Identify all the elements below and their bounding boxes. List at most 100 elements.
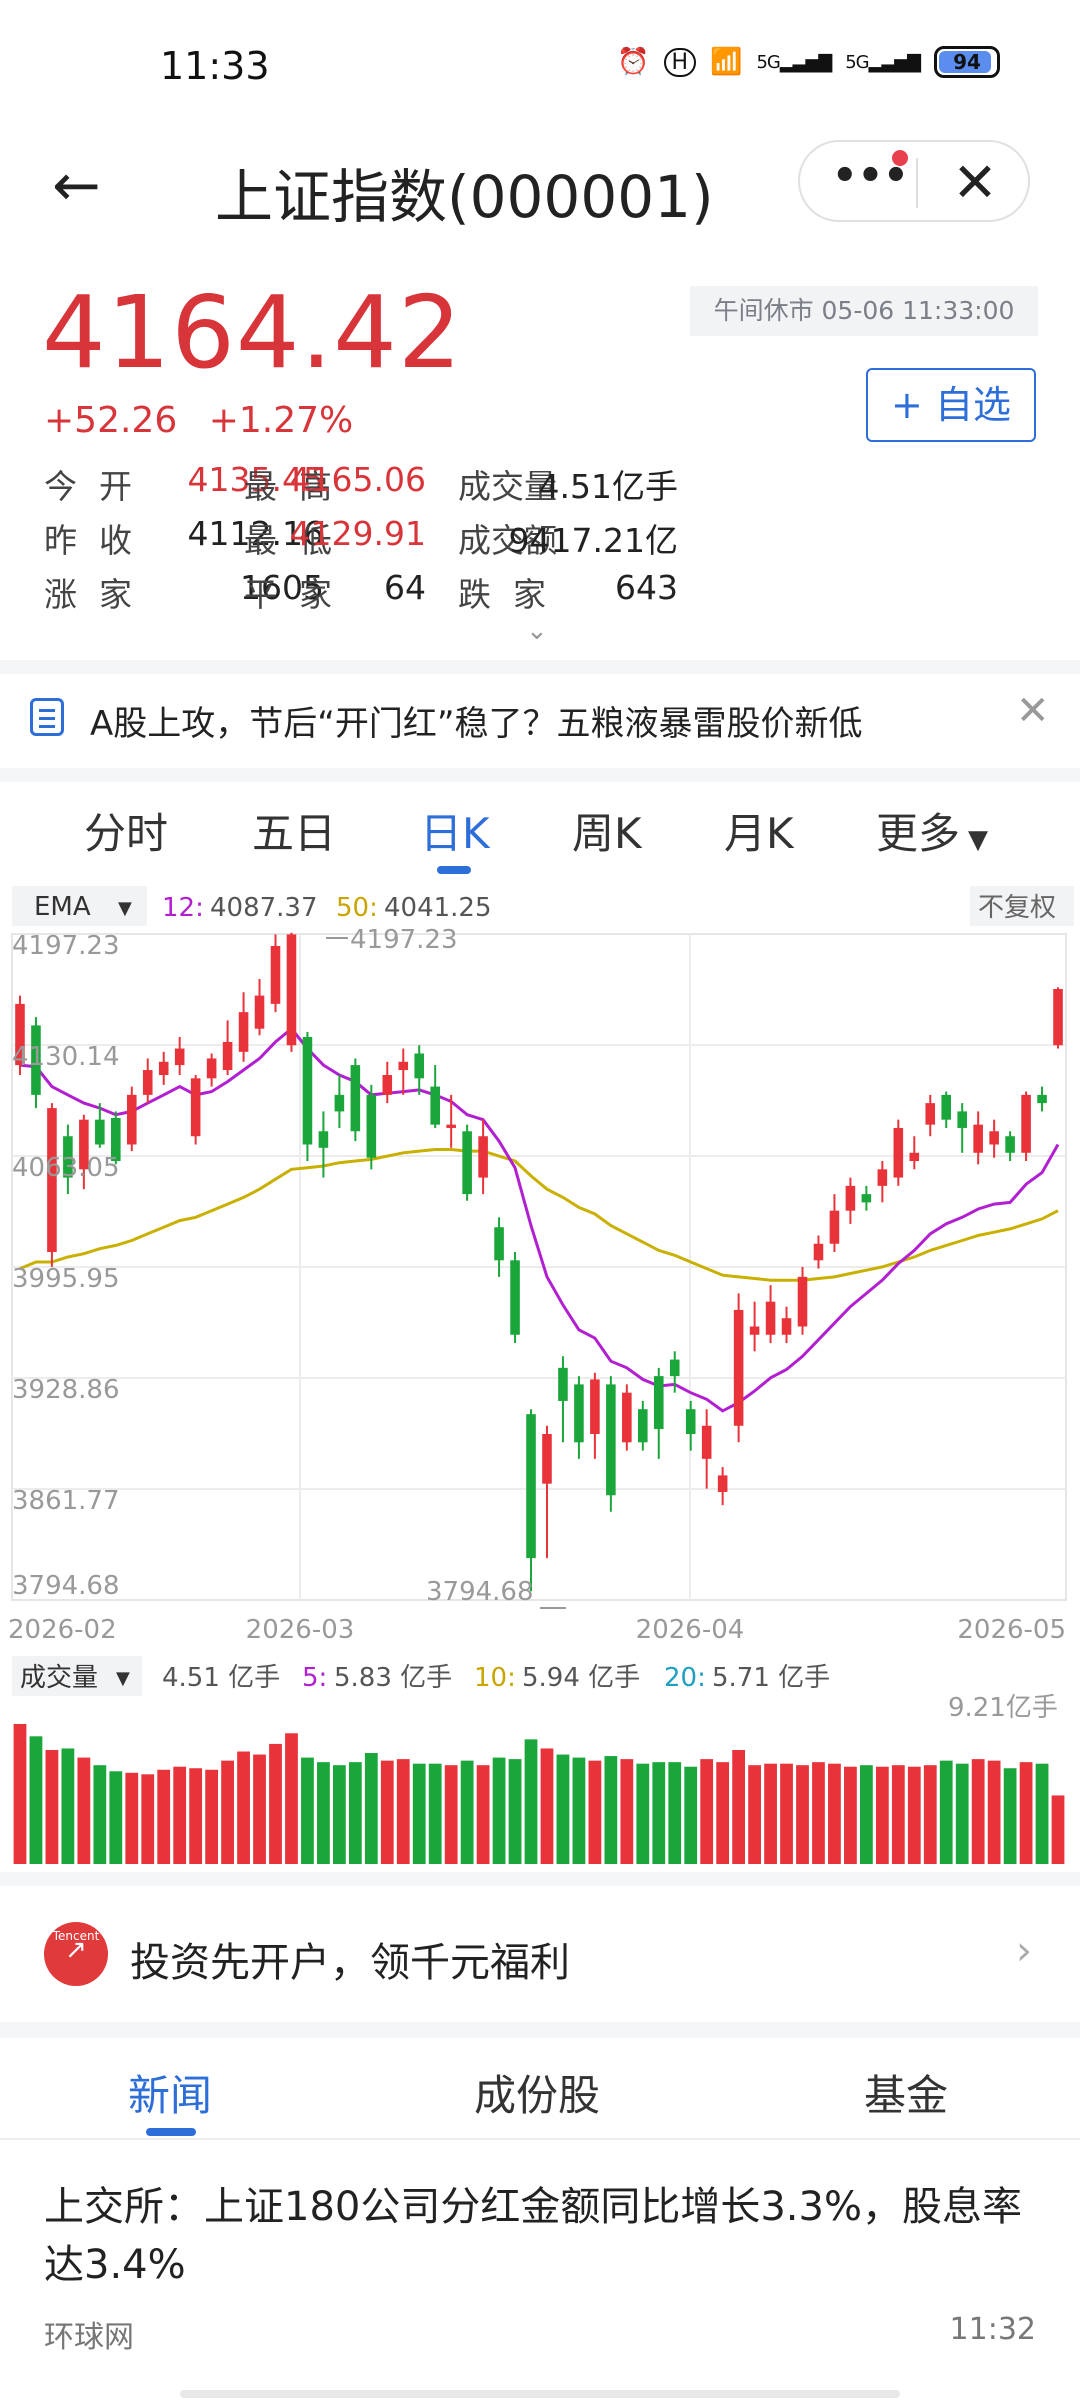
vol-ma20-value: 5.71 亿手 — [712, 1663, 830, 1693]
vol-ma5-key: 5: — [302, 1663, 327, 1693]
tab-constituents[interactable]: 成份股 — [474, 2062, 600, 2123]
news-ticker[interactable]: A股上攻，节后“开门红”稳了？五粮液暴雷股价新低 ✕ — [0, 676, 1080, 760]
current-price: 4164.42 — [42, 274, 463, 391]
candle — [206, 1058, 217, 1079]
tab-five-day[interactable]: 五日 — [252, 800, 336, 861]
volume-bar — [396, 1759, 410, 1864]
tab-news[interactable]: 新闻 — [128, 2062, 212, 2123]
capsule-divider — [916, 158, 918, 208]
volume-bar — [732, 1749, 746, 1864]
y-tick-label: 3861.77 — [12, 1486, 120, 1516]
high-label: 4197.23 — [350, 925, 458, 955]
candle — [142, 1070, 153, 1095]
candles — [15, 932, 1063, 1592]
vol-ma5-value: 5.83 亿手 — [334, 1663, 452, 1693]
close-button[interactable]: ✕ — [940, 148, 1010, 218]
section-divider — [0, 1872, 1080, 1886]
tab-weekly-k[interactable]: 周K — [572, 800, 642, 861]
volume-bar — [476, 1765, 490, 1864]
back-arrow-icon[interactable]: ← — [52, 150, 122, 220]
candle — [765, 1301, 776, 1335]
x-tick-label: 2026-02 — [8, 1615, 117, 1645]
volume-bar — [636, 1763, 650, 1864]
candle — [622, 1392, 632, 1443]
tab-more[interactable]: 更多 ▼ — [876, 800, 988, 861]
volume-bar — [492, 1757, 506, 1864]
volume-bar — [460, 1760, 474, 1864]
candle — [669, 1359, 680, 1377]
candle — [558, 1367, 568, 1401]
price-change: +52.26 +1.27% — [44, 400, 373, 441]
5g-signal-icon: 5G▂▃▅▇ — [845, 51, 921, 73]
volume-bar — [301, 1757, 314, 1864]
candle — [590, 1379, 600, 1435]
expand-chevron-icon[interactable]: ⌄ — [526, 616, 548, 646]
candle — [318, 1131, 329, 1148]
volume-bar — [540, 1748, 554, 1864]
candle — [797, 1276, 808, 1327]
stat-value: 643 — [615, 568, 678, 607]
volume-bar — [716, 1762, 730, 1864]
mini-program-capsule: ••• ✕ — [798, 140, 1030, 222]
volume-max-label: 9.21亿手 — [948, 1693, 1058, 1723]
chart-period-tabs: 分时 五日 日K 周K 月K 更多 ▼ — [0, 790, 1080, 880]
candle — [877, 1169, 888, 1186]
volume-bar — [923, 1765, 937, 1864]
volume-bar — [269, 1743, 282, 1864]
volume-bar — [780, 1763, 793, 1864]
volume-bar — [987, 1760, 1001, 1864]
y-tick-label: 4063.05 — [12, 1153, 120, 1183]
volume-bar — [875, 1766, 889, 1864]
promo-banner[interactable]: Tencent ↗ 投资先开户，领千元福利 › — [0, 1890, 1080, 2020]
alarm-icon: ⏰ — [617, 47, 650, 77]
ema12-key: 12: — [162, 893, 204, 923]
candle — [478, 1136, 488, 1178]
volume-bar — [1003, 1768, 1017, 1864]
volume-bar — [1051, 1795, 1065, 1864]
article-time: 11:32 — [949, 2312, 1036, 2347]
y-tick-label: 3995.95 — [12, 1264, 120, 1294]
add-watchlist-button[interactable]: + 自选 — [866, 368, 1036, 442]
tab-intraday[interactable]: 分时 — [84, 800, 168, 861]
article-source: 环球网 — [44, 2320, 134, 2355]
candle — [222, 1041, 233, 1071]
candle — [414, 1053, 425, 1079]
close-icon[interactable]: ✕ — [1016, 688, 1050, 734]
volume-bar — [812, 1762, 825, 1864]
more-button[interactable]: ••• — [832, 152, 909, 212]
kline-chart[interactable]: 4197.23 4130.14 4063.05 3995.95 3928.86 3861.… — [0, 886, 1080, 1886]
volume-bar — [1035, 1763, 1049, 1864]
candle — [909, 1152, 920, 1162]
y-tick-label: 4197.23 — [12, 931, 120, 961]
high-annotation: 4197.23 — [326, 925, 458, 955]
candle — [446, 1124, 456, 1128]
vol-ma10-value: 5.94 亿手 — [522, 1663, 640, 1693]
promo-text[interactable]: 投资先开户，领千元福利 — [130, 1930, 570, 1988]
volume-bar — [828, 1763, 841, 1864]
volume-bar — [428, 1763, 442, 1864]
caret-down-icon: ▼ — [116, 1668, 130, 1689]
tab-funds[interactable]: 基金 — [864, 2062, 948, 2123]
volume-bar — [173, 1766, 187, 1864]
volume-bar — [332, 1765, 346, 1864]
article-title[interactable]: 上交所：上证180公司分红金额同比增长3.3%，股息率达3.4% — [44, 2178, 1034, 2294]
ema12-path — [19, 1026, 1060, 1413]
candle — [254, 995, 265, 1029]
news-ticker-text[interactable]: A股上攻，节后“开门红”稳了？五粮液暴雷股价新低 — [90, 696, 863, 745]
tencent-logo: Tencent ↗ — [44, 1922, 108, 1986]
candle — [701, 1425, 712, 1459]
volume-bar — [668, 1762, 682, 1864]
volume-bar — [620, 1759, 634, 1864]
tab-daily-k[interactable]: 日K — [420, 800, 490, 861]
stats-row: 昨收 4112.16 最低 4129.91 成交额 9417.21亿 — [44, 514, 1040, 568]
ema50-value: 4041.25 — [384, 893, 492, 923]
volume-bar — [412, 1763, 426, 1864]
candle — [430, 1086, 440, 1125]
stat-value: 4129.91 — [289, 514, 426, 553]
news-article[interactable]: 上交所：上证180公司分红金额同比增长3.3%，股息率达3.4% 环球网 11:… — [0, 2170, 1080, 2400]
tab-monthly-k[interactable]: 月K — [724, 800, 794, 861]
candle — [174, 1048, 185, 1066]
volume-bar — [556, 1754, 570, 1864]
candle — [158, 1061, 169, 1076]
chevron-right-icon[interactable]: › — [1016, 1928, 1032, 1974]
